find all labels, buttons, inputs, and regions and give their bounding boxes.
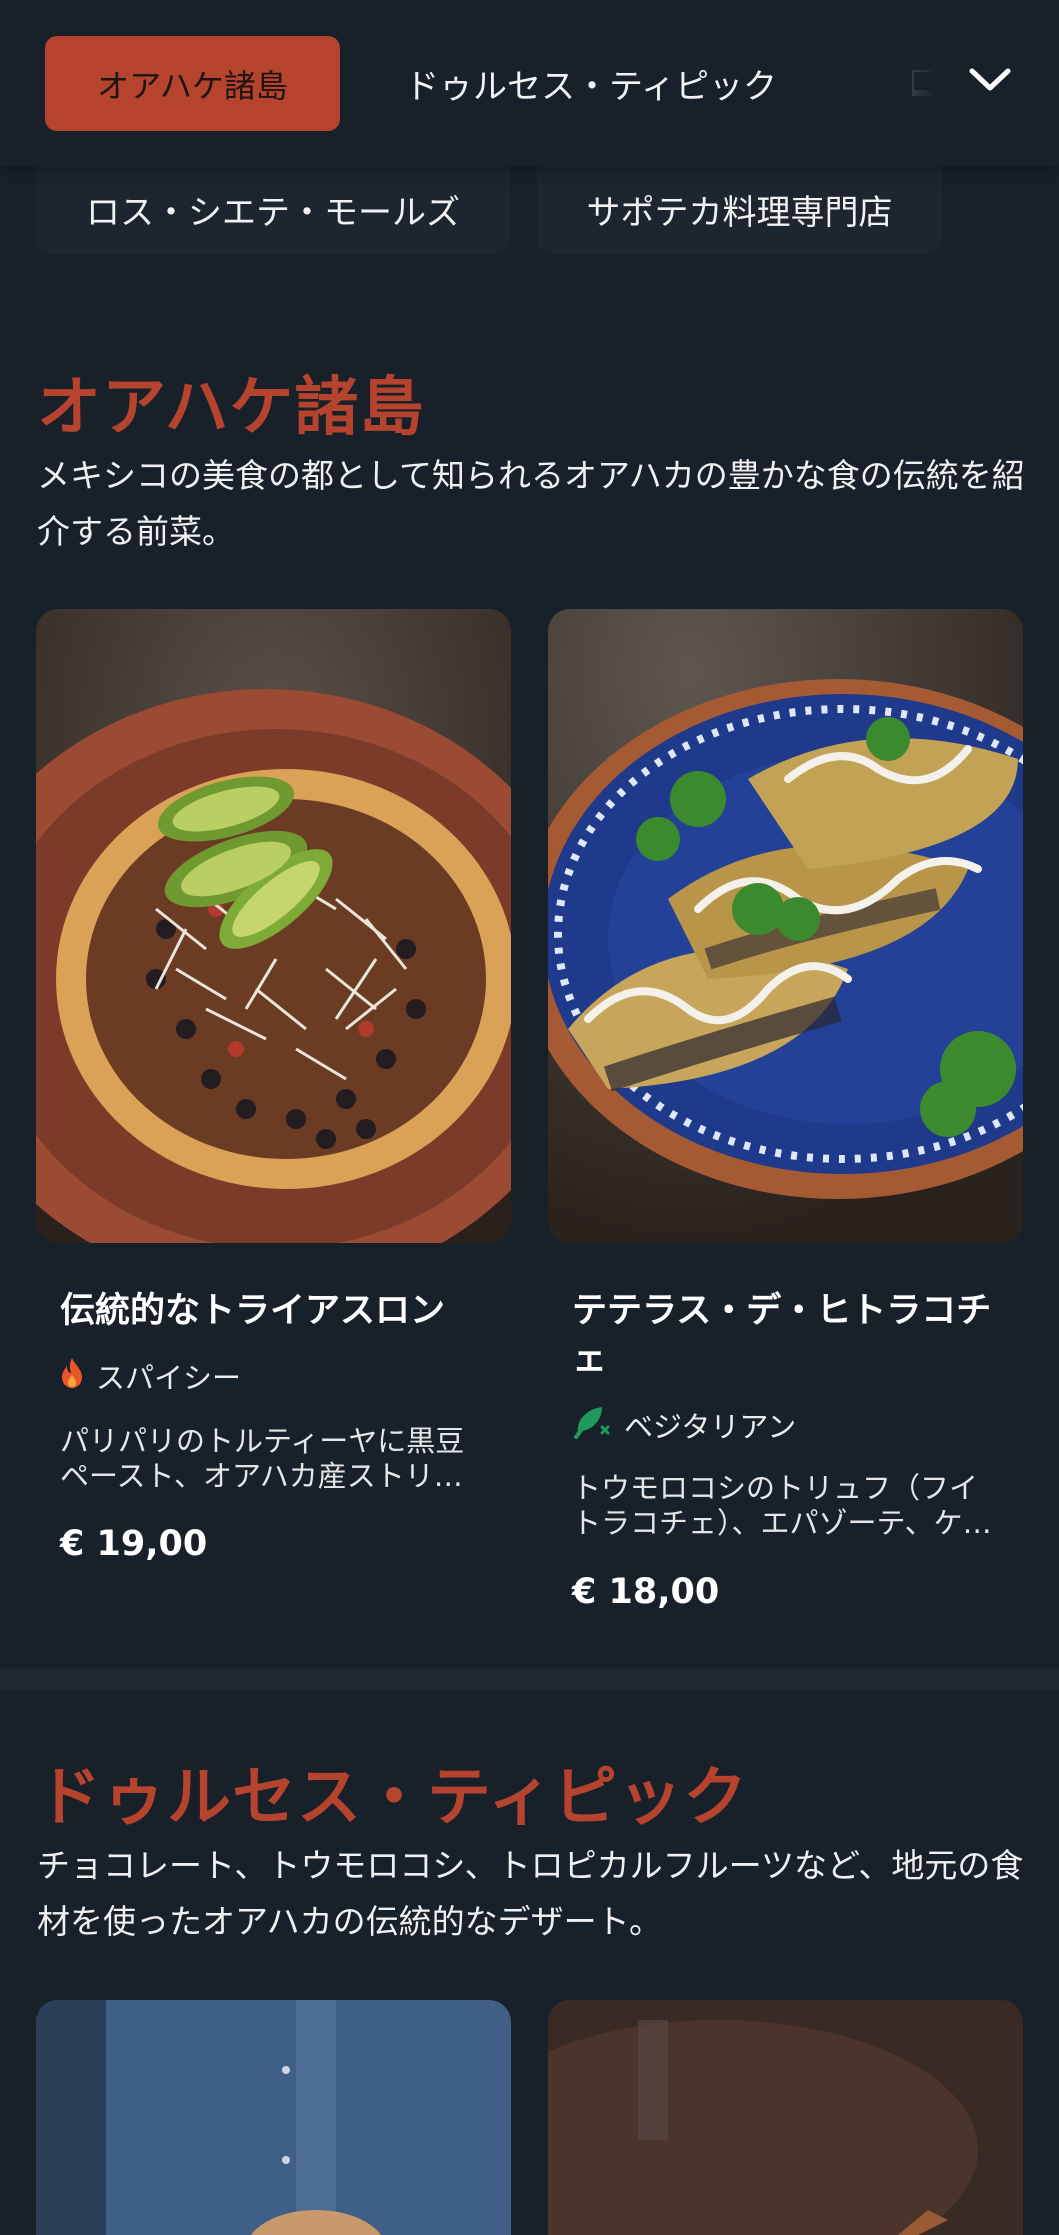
menu-page: オアハケ諸島 ドゥルセス・ティピック ロス・シエテ・モールズ サポテカ料理専門店… [0, 0, 1059, 2235]
chevron-down-icon[interactable] [960, 50, 1020, 110]
item-tag-spicy: スパイシー [60, 1355, 241, 1397]
menu-item-card[interactable]: テテラス・デ・ヒトラコチェ ベジタリアン トウモロコシのトリュフ（フイトラコチェ… [548, 609, 1023, 1669]
item-tag-label: スパイシー [96, 1361, 242, 1395]
item-description: パリパリのトルティーヤに黒豆ペースト、オアハカ産ストリ… [60, 1424, 465, 1493]
dish-photo-dessert-1 [36, 2000, 511, 2235]
section-description-oaxaca: メキシコの美食の都として知られるオアハカの豊かな食の伝統を紹介する前菜。 [37, 456, 1025, 551]
vegetarian-leaf-icon [572, 1403, 612, 1446]
tab-oaxaca-active[interactable]: オアハケ諸島 [45, 36, 340, 131]
dish-photo-dessert-2 [548, 2000, 1023, 2235]
section-title-dulces: ドゥルセス・ティピック [37, 1761, 749, 1835]
item-name: 伝統的なトライアスロン [60, 1291, 446, 1331]
item-name: テテラス・デ・ヒトラコチェ [572, 1291, 992, 1379]
item-price: € 18,00 [572, 1572, 720, 1612]
item-price: € 19,00 [60, 1524, 208, 1564]
dish-photo-tlayuda [36, 609, 511, 1243]
tab-zapotec-cuisine[interactable]: サポテカ料理専門店 [537, 164, 942, 254]
section-title-oaxaca: オアハケ諸島 [37, 371, 425, 445]
section-divider [0, 1668, 1059, 1690]
section-description-dulces: チョコレート、トウモロコシ、トロピカルフルーツなど、地元の食材を使ったオアハカの… [37, 1846, 1024, 1941]
item-description: トウモロコシのトリュフ（フイトラコチェ）、エパゾーテ、ケ… [572, 1471, 992, 1540]
item-tag-label: ベジタリアン [624, 1409, 797, 1444]
menu-item-card[interactable] [36, 2000, 511, 2235]
menu-item-card[interactable] [548, 2000, 1023, 2235]
menu-item-card[interactable]: 伝統的なトライアスロン スパイシー パリパリのトルティーヤに黒豆ペースト、オアハ… [36, 609, 511, 1619]
category-nav: オアハケ諸島 ドゥルセス・ティピック [0, 0, 1059, 166]
dish-photo-empanadas [548, 609, 1023, 1243]
nav-fade [880, 30, 960, 140]
item-tag-vegetarian: ベジタリアン [572, 1403, 796, 1446]
tab-siete-moles[interactable]: ロス・シエテ・モールズ [36, 164, 510, 254]
tab-dulces-tipicos[interactable]: ドゥルセス・ティピック [405, 36, 777, 131]
flame-icon [60, 1357, 84, 1396]
